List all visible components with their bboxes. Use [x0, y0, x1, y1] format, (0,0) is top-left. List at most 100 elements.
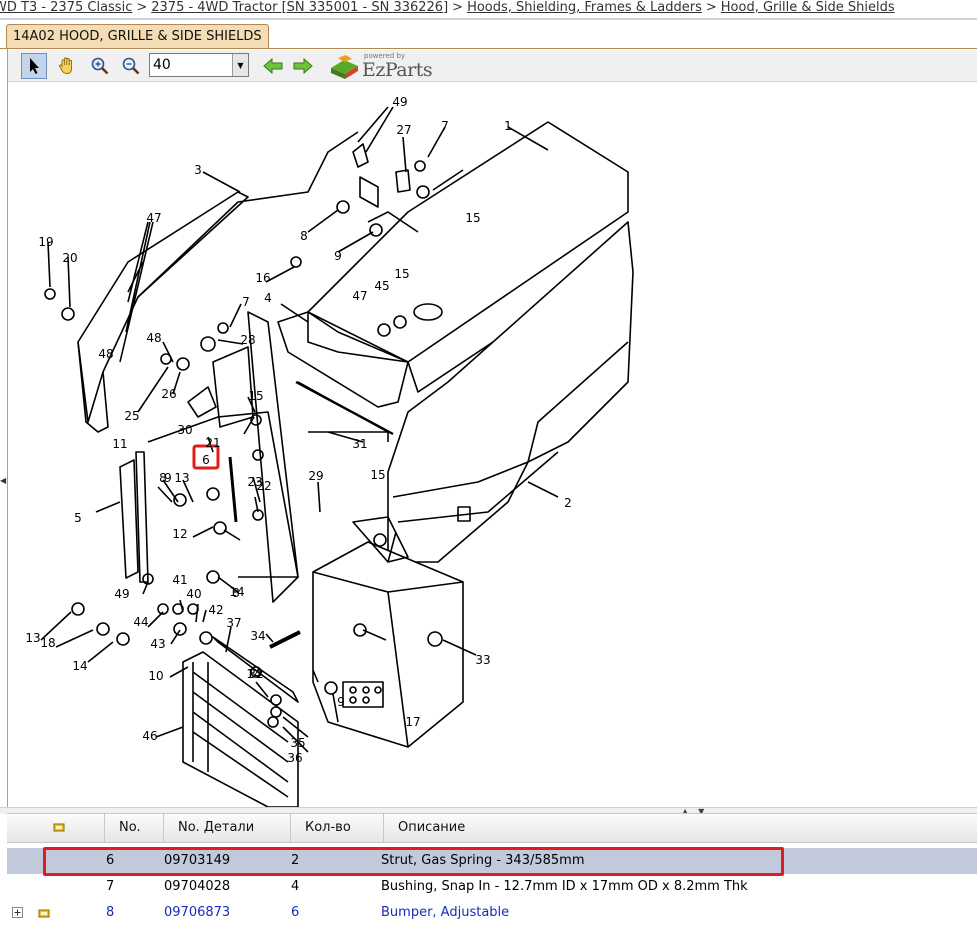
- callout-6[interactable]: 6: [202, 453, 210, 467]
- callout-49[interactable]: 49: [392, 95, 407, 109]
- pan-hand-button[interactable]: [54, 53, 80, 79]
- callout-34[interactable]: 34: [250, 629, 265, 643]
- chevron-down-icon[interactable]: ▼: [232, 54, 248, 76]
- arrow-left-icon: [263, 57, 283, 75]
- callout-48[interactable]: 48: [146, 331, 161, 345]
- breadcrumb-link-model[interactable]: WD T3 - 2375 Classic: [0, 0, 132, 15]
- cell-part-number: 09704028: [164, 879, 231, 894]
- header-part-number[interactable]: No. Детали: [164, 814, 291, 842]
- callout-7[interactable]: 7: [441, 119, 449, 133]
- breadcrumb-link-page[interactable]: Hood, Grille & Side Shields: [721, 0, 895, 15]
- callout-48[interactable]: 48: [98, 347, 113, 361]
- parts-table: No. No. Детали Кол-во Описание 6 0970314…: [7, 813, 977, 928]
- callout-13[interactable]: 13: [25, 631, 40, 645]
- table-header: No. No. Детали Кол-во Описание: [7, 813, 977, 843]
- cell-no: 7: [106, 879, 115, 894]
- callout-35[interactable]: 35: [290, 736, 305, 750]
- callout-36[interactable]: 36: [287, 751, 302, 765]
- callout-15[interactable]: 15: [370, 468, 385, 482]
- callout-12[interactable]: 12: [172, 527, 187, 541]
- callout-21[interactable]: 21: [205, 436, 220, 450]
- callout-49[interactable]: 49: [114, 587, 129, 601]
- collapse-left-icon[interactable]: ◀: [0, 476, 6, 485]
- callout-44[interactable]: 44: [133, 615, 148, 629]
- tab-hood-grille[interactable]: 14A02 HOOD, GRILLE & SIDE SHIELDS: [6, 24, 269, 49]
- back-button[interactable]: [260, 53, 286, 79]
- callout-26[interactable]: 26: [161, 387, 176, 401]
- callout-33[interactable]: 33: [475, 653, 490, 667]
- callout-9[interactable]: 9: [334, 249, 342, 263]
- callout-16[interactable]: 16: [255, 271, 270, 285]
- callout-15[interactable]: 15: [248, 389, 263, 403]
- callout-4[interactable]: 4: [264, 291, 272, 305]
- callout-2[interactable]: 2: [564, 496, 572, 510]
- callout-27[interactable]: 27: [396, 123, 411, 137]
- hand-icon: [59, 57, 73, 74]
- callout-42[interactable]: 42: [208, 603, 223, 617]
- callout-31[interactable]: 31: [352, 437, 367, 451]
- callout-32[interactable]: 32: [248, 667, 263, 681]
- breadcrumb-link-tractor[interactable]: 2375 - 4WD Tractor [SN 335001 - SN 33622…: [151, 0, 448, 15]
- table-row[interactable]: 7 09704028 4 Bushing, Snap In - 12.7mm I…: [7, 874, 977, 900]
- callout-23[interactable]: 23: [247, 475, 262, 489]
- cell-part-number: 09706873: [164, 905, 231, 920]
- callout-37[interactable]: 37: [226, 616, 241, 630]
- callout-20[interactable]: 20: [62, 251, 77, 265]
- cell-quantity: 4: [291, 879, 300, 894]
- callout-41[interactable]: 41: [172, 573, 187, 587]
- callout-30[interactable]: 30: [177, 423, 192, 437]
- cell-no: 8: [106, 905, 115, 920]
- callout-19[interactable]: 19: [38, 235, 53, 249]
- callout-11[interactable]: 11: [112, 437, 127, 451]
- callout-10[interactable]: 10: [148, 669, 163, 683]
- header-quantity[interactable]: Кол-во: [291, 814, 384, 842]
- zoom-out-icon: [122, 57, 140, 75]
- cell-quantity: 6: [291, 905, 300, 920]
- cursor-arrow-icon: [30, 58, 39, 74]
- ezparts-logo-icon: [331, 55, 358, 79]
- table-row[interactable]: 8 09706873 6 Bumper, Adjustable: [7, 900, 977, 926]
- zoom-out-button[interactable]: [118, 53, 144, 79]
- callout-13[interactable]: 13: [174, 471, 189, 485]
- viewer-toolbar: 40 ▼ powered by EzParts: [8, 50, 977, 82]
- callout-28[interactable]: 28: [240, 333, 255, 347]
- callout-7[interactable]: 7: [242, 295, 250, 309]
- callout-9[interactable]: 9: [164, 471, 172, 485]
- zoom-level-select[interactable]: 40 ▼: [149, 53, 249, 77]
- cell-description: Bumper, Adjustable: [381, 905, 510, 920]
- callout-8[interactable]: 8: [300, 229, 308, 243]
- callout-1[interactable]: 1: [504, 119, 512, 133]
- cell-description: Bushing, Snap In - 12.7mm ID x 17mm OD x…: [381, 879, 748, 894]
- callout-29[interactable]: 29: [308, 469, 323, 483]
- callout-15[interactable]: 15: [465, 211, 480, 225]
- callout-40[interactable]: 40: [186, 587, 201, 601]
- zoom-in-button[interactable]: [87, 53, 113, 79]
- arrow-right-icon: [293, 57, 313, 75]
- logo-text: EzParts: [362, 59, 433, 81]
- callout-45[interactable]: 45: [374, 279, 389, 293]
- callout-46[interactable]: 46: [142, 729, 157, 743]
- callout-9[interactable]: 9: [337, 695, 345, 709]
- callout-14[interactable]: 14: [229, 585, 244, 599]
- callout-43[interactable]: 43: [150, 637, 165, 651]
- select-pointer-button[interactable]: [21, 53, 47, 79]
- callout-47[interactable]: 47: [146, 211, 161, 225]
- callout-47[interactable]: 47: [352, 289, 367, 303]
- forward-button[interactable]: [290, 53, 316, 79]
- breadcrumb-separator: >: [705, 0, 717, 15]
- callout-14[interactable]: 14: [72, 659, 87, 673]
- callout-18[interactable]: 18: [40, 636, 55, 650]
- callout-15[interactable]: 15: [394, 267, 409, 281]
- callout-3[interactable]: 3: [194, 163, 202, 177]
- cart-icon[interactable]: [38, 900, 50, 926]
- parts-diagram[interactable]: 1 2 3 4 5 6 7 7 8 8 8 9 9 9 10 11 12 13 13 14 14 14 15 15 15 15 16…: [8, 82, 977, 807]
- breadcrumb-link-section[interactable]: Hoods, Shielding, Frames & Ladders: [467, 0, 702, 15]
- callout-17[interactable]: 17: [405, 715, 420, 729]
- expand-row-icon[interactable]: [12, 900, 23, 926]
- exploded-view-drawing: 1234567788899910111213131414141515151516…: [25, 95, 634, 807]
- header-description[interactable]: Описание: [384, 814, 977, 842]
- header-no[interactable]: No.: [105, 814, 164, 842]
- callout-5[interactable]: 5: [74, 511, 82, 525]
- callout-25[interactable]: 25: [124, 409, 139, 423]
- header-cart-column: [7, 814, 105, 842]
